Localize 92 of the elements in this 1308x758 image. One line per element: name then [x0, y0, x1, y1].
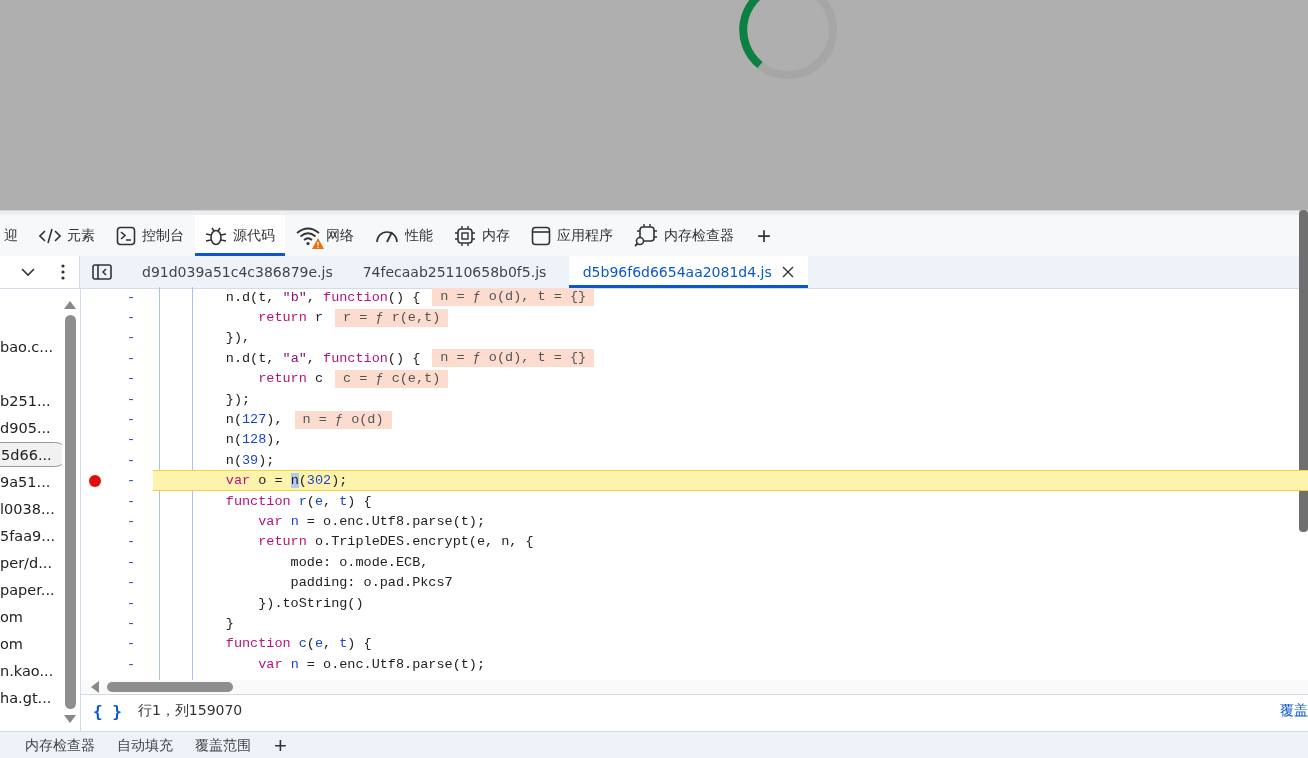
file-item[interactable]: 5faa9... [0, 527, 56, 544]
code-line: return r [257, 310, 324, 326]
inline-value: c = ƒ c(e,t) [335, 369, 449, 388]
code-line: function c(e, t) { [224, 636, 372, 652]
sidebar-toggle-icon[interactable] [92, 264, 112, 280]
file-item[interactable]: 9a51... [0, 473, 51, 490]
line-number: - [125, 391, 137, 407]
inline-value: n = ƒ o(d), t = {} [432, 349, 595, 368]
page-scrollbar[interactable] [1299, 210, 1308, 532]
code-line: function r(e, t) { [224, 493, 372, 509]
scrollbar-thumb[interactable] [64, 315, 76, 709]
line-number: - [125, 310, 137, 326]
panel-tab[interactable]: 控制台 [106, 215, 194, 256]
file-tab[interactable]: d91d039a51c4c386879e.js [128, 256, 347, 288]
inline-value: n = ƒ o(d) [294, 410, 392, 429]
panel-tab[interactable]: 性能 [365, 215, 443, 256]
line-number: - [125, 473, 137, 489]
file-item[interactable]: n.kao... [0, 662, 54, 679]
chip-icon [454, 224, 476, 247]
panel-tab[interactable]: 源代码 [195, 215, 285, 256]
drawer-tab[interactable]: 内存检查器 [14, 732, 106, 758]
file-item[interactable]: l0038... [0, 500, 55, 517]
breakpoint-marker[interactable] [89, 474, 101, 487]
code-line: n(39); [224, 452, 275, 468]
code-line: return o.TripleDES.encrypt(e, n, { [257, 534, 534, 550]
file-item[interactable]: paper... [0, 581, 55, 598]
chevron-down-icon[interactable] [21, 267, 35, 277]
file-item[interactable]: per/d... [0, 554, 52, 571]
code-line: }), [224, 330, 251, 346]
code-line: }).toString() [257, 595, 364, 611]
code-line: n.d(t, "b", function() { [224, 289, 421, 305]
code-line: padding: o.pad.Pkcs7 [289, 575, 453, 591]
add-drawer-tab-button[interactable]: + [262, 732, 299, 758]
line-number: - [125, 554, 137, 570]
file-item[interactable]: om [0, 608, 23, 625]
file-item[interactable]: ha.gt... [0, 689, 52, 706]
panel-tab[interactable]: 元素 [29, 215, 105, 256]
scroll-down-icon[interactable] [64, 715, 76, 723]
more-menu-icon[interactable] [61, 264, 65, 280]
file-item[interactable]: om [0, 635, 23, 652]
file-tab[interactable]: d5b96f6d6654aa2081d4.js [568, 256, 808, 288]
line-number: - [125, 330, 137, 346]
panel-tab[interactable]: 内存 [444, 215, 520, 256]
line-number: - [125, 534, 137, 550]
inline-value: r = ƒ r(e,t) [335, 308, 449, 327]
line-number: - [125, 350, 137, 366]
line-number: - [125, 636, 137, 652]
line-number: - [125, 452, 137, 468]
close-icon[interactable] [781, 266, 794, 278]
code-line: n(128), [224, 432, 283, 448]
line-number: - [125, 412, 137, 428]
panel-tab[interactable]: 应用程序 [521, 215, 623, 256]
line-number: - [125, 575, 137, 591]
code-line: return c [257, 371, 324, 387]
line-number: - [125, 514, 137, 529]
code-line: }); [224, 391, 251, 407]
console-icon [116, 225, 136, 246]
file-tab[interactable]: 74fecaab25110658b0f5.js [348, 256, 567, 288]
line-number: - [125, 615, 137, 631]
line-number: - [125, 595, 137, 611]
scroll-up-icon[interactable] [64, 301, 76, 309]
code-line: var o = n(302); [224, 473, 348, 489]
code-line: n.d(t, "a", function() { [224, 350, 421, 366]
cursor-position: 行1，列159070 [137, 702, 243, 720]
code-line: mode: o.mode.ECB, [289, 554, 429, 570]
code-line: } [224, 615, 234, 631]
file-item[interactable]: d905... [0, 419, 51, 436]
line-number: - [125, 493, 137, 509]
chip-search-icon [634, 223, 658, 248]
file-item[interactable]: b251... [0, 392, 51, 409]
coverage-link[interactable]: 覆盖 [1280, 702, 1308, 720]
scroll-left-icon[interactable] [91, 681, 99, 693]
inline-value: n = ƒ o(d), t = {} [432, 288, 595, 307]
drawer-tab[interactable]: 自动填充 [106, 732, 184, 758]
code-icon [39, 226, 61, 245]
file-item[interactable]: bao.c... [0, 338, 54, 355]
line-number: - [125, 656, 137, 672]
wifi-icon [296, 225, 320, 246]
drawer-tab[interactable]: 覆盖范围 [184, 732, 262, 758]
panel-tab[interactable]: 网络 [286, 215, 364, 256]
add-panel-button[interactable]: + [745, 215, 783, 256]
line-number: - [125, 371, 137, 387]
code-line: var n = o.enc.Utf8.parse(t); [257, 656, 486, 672]
scrollbar-thumb[interactable] [107, 682, 233, 692]
pretty-print-button[interactable]: { } [89, 701, 126, 721]
code-line: n(127), [224, 412, 283, 428]
line-number: - [125, 289, 137, 305]
line-number: - [125, 432, 137, 448]
code-line: var n = o.enc.Utf8.parse(t); [257, 514, 486, 529]
panel-tab[interactable]: 迎 [0, 215, 28, 256]
panel-tab[interactable]: 内存检查器 [624, 215, 744, 256]
window-icon [531, 225, 551, 246]
